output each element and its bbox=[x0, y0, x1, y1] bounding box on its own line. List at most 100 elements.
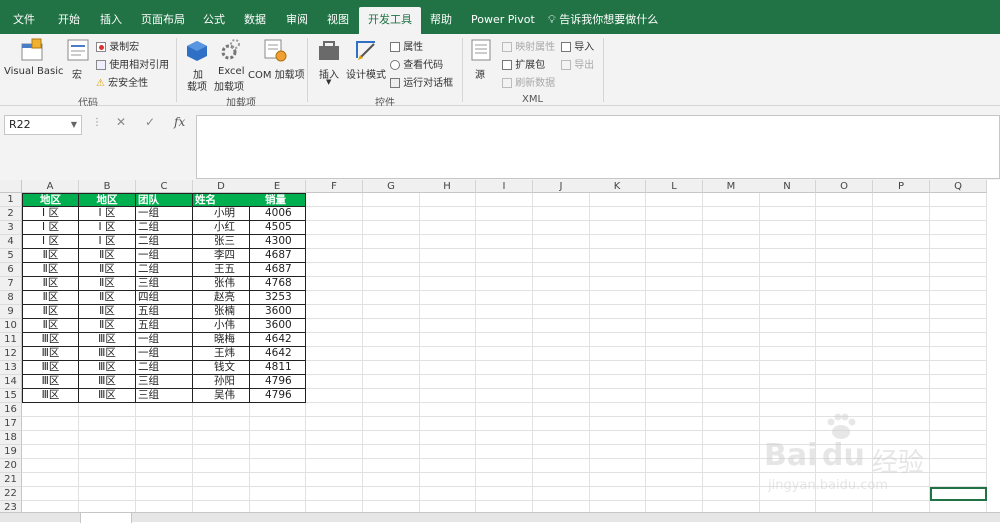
cell[interactable] bbox=[419, 487, 476, 501]
table-cell[interactable]: Ⅲ区 bbox=[79, 361, 136, 375]
cell[interactable] bbox=[363, 417, 420, 431]
cell[interactable] bbox=[306, 417, 363, 431]
record-macro-button[interactable]: 录制宏 bbox=[96, 38, 139, 53]
cell[interactable] bbox=[306, 403, 363, 417]
cell[interactable] bbox=[533, 193, 590, 207]
table-cell[interactable]: Ⅲ区 bbox=[22, 389, 79, 403]
cell[interactable] bbox=[646, 375, 703, 389]
cell[interactable] bbox=[306, 375, 363, 389]
cell[interactable] bbox=[476, 459, 533, 473]
cell[interactable] bbox=[136, 473, 193, 487]
cell[interactable] bbox=[589, 235, 646, 249]
column-header-p[interactable]: P bbox=[873, 180, 930, 193]
table-header-cell[interactable]: 销量 bbox=[249, 193, 306, 207]
table-cell[interactable]: Ⅰ 区 bbox=[22, 235, 79, 249]
cell[interactable] bbox=[533, 263, 590, 277]
table-header-cell[interactable]: 地区 bbox=[22, 193, 79, 207]
cell[interactable] bbox=[419, 291, 476, 305]
cell[interactable] bbox=[136, 403, 193, 417]
cell[interactable] bbox=[249, 473, 306, 487]
relative-reference-button[interactable]: 使用相对引用 bbox=[96, 56, 169, 71]
cell[interactable] bbox=[930, 291, 987, 305]
cell[interactable] bbox=[759, 249, 816, 263]
cell[interactable] bbox=[873, 249, 930, 263]
cell[interactable] bbox=[646, 333, 703, 347]
cell[interactable] bbox=[249, 459, 306, 473]
column-header-h[interactable]: H bbox=[419, 180, 476, 193]
cell[interactable] bbox=[646, 347, 703, 361]
table-cell[interactable]: Ⅱ区 bbox=[79, 277, 136, 291]
cell[interactable] bbox=[22, 445, 79, 459]
cell[interactable] bbox=[873, 347, 930, 361]
cell[interactable] bbox=[533, 221, 590, 235]
table-cell[interactable]: Ⅲ区 bbox=[79, 375, 136, 389]
cell[interactable] bbox=[703, 207, 760, 221]
cell[interactable] bbox=[703, 193, 760, 207]
excel-addins-button-line2[interactable]: 加载项 bbox=[214, 78, 244, 93]
cell[interactable] bbox=[79, 487, 136, 501]
row-header-7[interactable]: 7 bbox=[0, 277, 22, 291]
cell[interactable] bbox=[363, 361, 420, 375]
macros-button[interactable]: 宏 bbox=[72, 66, 82, 81]
cell[interactable] bbox=[476, 221, 533, 235]
cell[interactable] bbox=[759, 235, 816, 249]
cell[interactable] bbox=[419, 263, 476, 277]
column-header-q[interactable]: Q bbox=[930, 180, 987, 193]
cell[interactable] bbox=[759, 207, 816, 221]
expansion-packs-button[interactable]: 扩展包 bbox=[502, 56, 545, 71]
column-header-e[interactable]: E bbox=[249, 180, 306, 193]
cell[interactable] bbox=[930, 277, 987, 291]
cell[interactable] bbox=[533, 361, 590, 375]
cell[interactable] bbox=[306, 277, 363, 291]
cell[interactable] bbox=[646, 221, 703, 235]
cell[interactable] bbox=[533, 291, 590, 305]
cell[interactable] bbox=[703, 347, 760, 361]
cell[interactable] bbox=[476, 249, 533, 263]
table-cell[interactable]: Ⅱ区 bbox=[22, 305, 79, 319]
xml-source-button[interactable]: 源 bbox=[475, 66, 485, 81]
cell[interactable] bbox=[816, 249, 873, 263]
cell[interactable] bbox=[363, 333, 420, 347]
chevron-down-icon[interactable]: ▼ bbox=[71, 116, 77, 134]
table-cell[interactable]: Ⅲ区 bbox=[22, 361, 79, 375]
table-cell[interactable]: 4811 bbox=[249, 361, 306, 375]
cell[interactable] bbox=[306, 193, 363, 207]
tab-home[interactable]: 开始 bbox=[58, 7, 80, 34]
table-header-cell[interactable]: 地区 bbox=[79, 193, 136, 207]
cell[interactable] bbox=[419, 403, 476, 417]
cell[interactable] bbox=[533, 235, 590, 249]
cell[interactable] bbox=[703, 389, 760, 403]
tab-review[interactable]: 审阅 bbox=[286, 7, 308, 34]
table-cell[interactable]: 4687 bbox=[249, 249, 306, 263]
cell[interactable] bbox=[363, 347, 420, 361]
cell[interactable] bbox=[363, 249, 420, 263]
row-header-19[interactable]: 19 bbox=[0, 445, 22, 459]
cell[interactable] bbox=[930, 319, 987, 333]
cell[interactable] bbox=[363, 221, 420, 235]
table-cell[interactable]: 三组 bbox=[136, 277, 193, 291]
cell[interactable] bbox=[533, 249, 590, 263]
cell[interactable] bbox=[419, 445, 476, 459]
cell[interactable] bbox=[419, 361, 476, 375]
table-cell[interactable]: 三组 bbox=[136, 389, 193, 403]
cell[interactable] bbox=[306, 333, 363, 347]
table-cell[interactable]: 小伟 bbox=[193, 319, 250, 333]
cell[interactable] bbox=[476, 277, 533, 291]
cell[interactable] bbox=[873, 207, 930, 221]
table-cell[interactable]: 小明 bbox=[193, 207, 250, 221]
cell[interactable] bbox=[306, 221, 363, 235]
cell[interactable] bbox=[136, 445, 193, 459]
cell[interactable] bbox=[930, 389, 987, 403]
enter-check-icon[interactable]: ✓ bbox=[145, 115, 155, 129]
cell[interactable] bbox=[419, 459, 476, 473]
cell[interactable] bbox=[759, 277, 816, 291]
cell[interactable] bbox=[930, 193, 987, 207]
cell[interactable] bbox=[533, 417, 590, 431]
cell[interactable] bbox=[703, 375, 760, 389]
row-header-16[interactable]: 16 bbox=[0, 403, 22, 417]
table-cell[interactable]: 4687 bbox=[249, 263, 306, 277]
cell[interactable] bbox=[533, 347, 590, 361]
cell[interactable] bbox=[476, 319, 533, 333]
cell[interactable] bbox=[816, 263, 873, 277]
cell[interactable] bbox=[930, 361, 987, 375]
